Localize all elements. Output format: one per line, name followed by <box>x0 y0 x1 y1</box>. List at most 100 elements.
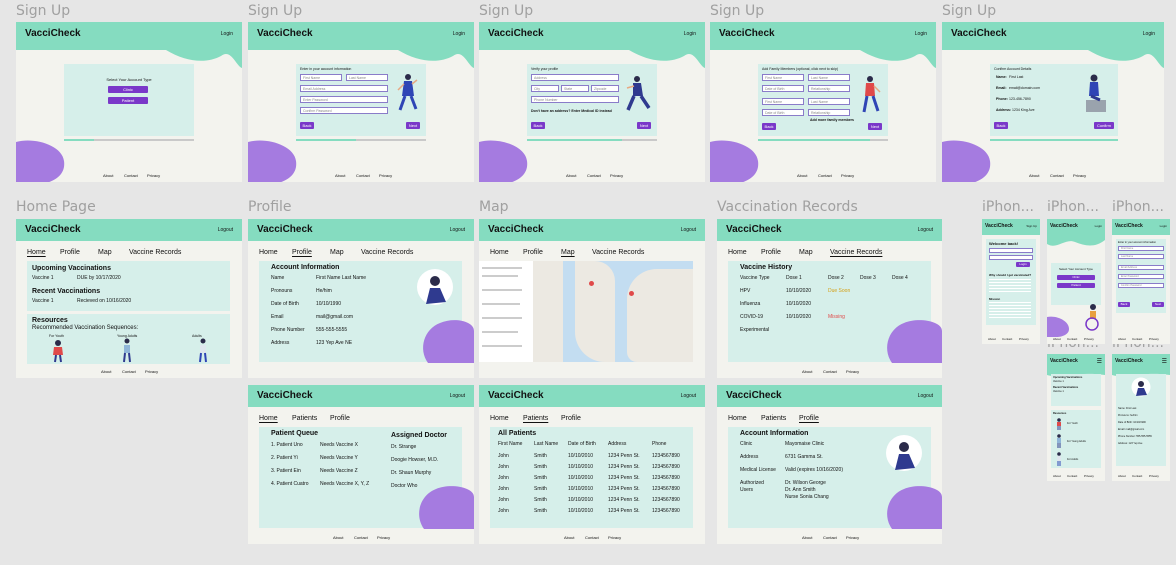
brand-logo[interactable]: VacciCheck <box>488 224 544 235</box>
nav-home[interactable]: Home <box>728 415 747 422</box>
patient-button[interactable]: Patient <box>1057 283 1095 288</box>
brand-logo[interactable]: VacciCheck <box>257 224 313 235</box>
brand-logo[interactable]: VacciCheck <box>719 28 775 39</box>
footer-contact[interactable]: Contact <box>587 173 601 178</box>
nav-profile[interactable]: Profile <box>523 249 543 256</box>
footer-contact[interactable]: Contact <box>1067 474 1077 478</box>
nav-patients[interactable]: Patients <box>292 415 317 422</box>
brand-logo[interactable]: VacciCheck <box>488 28 544 39</box>
logout-link[interactable]: Logout <box>681 227 696 233</box>
footer-about[interactable]: About <box>802 369 812 374</box>
login-link[interactable]: Login <box>915 31 927 37</box>
first-name-input[interactable]: First Name <box>762 74 804 81</box>
nav-profile[interactable]: Profile <box>292 249 312 256</box>
brand-logo[interactable]: VacciCheck <box>985 223 1013 229</box>
footer-privacy[interactable]: Privacy <box>610 173 623 178</box>
nav-map[interactable]: Map <box>98 249 112 256</box>
footer-privacy[interactable]: Privacy <box>846 535 859 540</box>
queue-patient[interactable]: 3. Patient Ein <box>271 468 301 474</box>
footer-contact[interactable]: Contact <box>1002 337 1012 341</box>
last-name-input[interactable]: Last Name <box>1118 254 1164 259</box>
next-button[interactable]: Next <box>868 123 882 130</box>
nav-vaccine-records[interactable]: Vaccine Records <box>830 249 882 256</box>
next-button[interactable]: Next <box>637 122 651 129</box>
nav-home[interactable]: Home <box>728 249 747 256</box>
password-input[interactable]: Enter Password <box>300 96 388 103</box>
brand-logo[interactable]: VacciCheck <box>1050 223 1078 229</box>
state-input[interactable]: State <box>561 85 589 92</box>
footer-contact[interactable]: Contact <box>823 369 837 374</box>
nav-profile[interactable]: Profile <box>330 415 350 422</box>
logout-link[interactable]: Logout <box>218 227 233 233</box>
queue-patient[interactable]: 1. Patient Uno <box>271 442 303 448</box>
avatar[interactable] <box>885 434 923 472</box>
relationship-input[interactable]: Relationship <box>808 85 850 92</box>
footer-about[interactable]: About <box>988 337 996 341</box>
nav-patients[interactable]: Patients <box>761 415 786 422</box>
footer-contact[interactable]: Contact <box>124 173 138 178</box>
brand-logo[interactable]: VacciCheck <box>25 224 81 235</box>
footer-contact[interactable]: Contact <box>122 369 136 374</box>
footer-contact[interactable]: Contact <box>1067 337 1077 341</box>
nav-profile[interactable]: Profile <box>799 415 819 422</box>
footer-about[interactable]: About <box>1029 173 1039 178</box>
nav-home[interactable]: Home <box>259 249 278 256</box>
clinic-button[interactable]: Clinic <box>108 86 148 93</box>
footer-contact[interactable]: Contact <box>356 173 370 178</box>
footer-about[interactable]: About <box>1118 337 1126 341</box>
last-name-input[interactable]: Last Name <box>808 74 850 81</box>
login-link[interactable]: Login <box>221 31 233 37</box>
footer-about[interactable]: About <box>333 535 343 540</box>
footer-about[interactable]: About <box>1118 474 1126 478</box>
footer-privacy[interactable]: Privacy <box>1084 474 1094 478</box>
relationship-input[interactable]: Relationship <box>808 109 850 116</box>
footer-about[interactable]: About <box>564 535 574 540</box>
logout-link[interactable]: Logout <box>918 393 933 399</box>
footer-contact[interactable]: Contact <box>823 535 837 540</box>
nav-vaccine-records[interactable]: Vaccine Records <box>592 249 644 256</box>
footer-about[interactable]: About <box>566 173 576 178</box>
nav-home[interactable]: Home <box>490 249 509 256</box>
young-adults-label[interactable]: For Young Adults <box>1067 440 1086 443</box>
next-button[interactable]: Next <box>1152 302 1164 307</box>
brand-logo[interactable]: VacciCheck <box>726 224 782 235</box>
nav-map[interactable]: Map <box>561 249 575 256</box>
nav-home[interactable]: Home <box>259 415 278 422</box>
last-name-input[interactable]: Last Name <box>346 74 388 81</box>
footer-contact[interactable]: Contact <box>1050 173 1064 178</box>
menu-icon[interactable]: ☰ <box>1097 358 1102 365</box>
zipcode-input[interactable]: Zipcode <box>591 85 619 92</box>
nav-vaccine-records[interactable]: Vaccine Records <box>129 249 181 256</box>
back-button[interactable]: Back <box>300 122 314 129</box>
brand-logo[interactable]: VacciCheck <box>257 28 313 39</box>
brand-logo[interactable]: VacciCheck <box>951 28 1007 39</box>
footer-contact[interactable]: Contact <box>354 535 368 540</box>
medical-id-note[interactable]: Don't have an address? Enter Medical ID … <box>531 109 612 113</box>
footer-about[interactable]: About <box>797 173 807 178</box>
menu-icon[interactable]: ☰ <box>1162 358 1167 365</box>
dob-input[interactable]: Date of Birth <box>762 85 804 92</box>
footer-privacy[interactable]: Privacy <box>1073 173 1086 178</box>
queue-patient[interactable]: 4. Patient Cuatro <box>271 481 309 487</box>
footer-privacy[interactable]: Privacy <box>147 173 160 178</box>
nav-home[interactable]: Home <box>490 415 509 422</box>
back-button[interactable]: Back <box>1118 302 1130 307</box>
city-input[interactable]: City <box>531 85 559 92</box>
footer-privacy[interactable]: Privacy <box>1084 337 1094 341</box>
address-input[interactable]: Address <box>531 74 619 81</box>
clinic-map[interactable] <box>479 261 693 362</box>
back-button[interactable]: Back <box>531 122 545 129</box>
footer-about[interactable]: About <box>335 173 345 178</box>
email-input[interactable] <box>989 248 1033 253</box>
footer-contact[interactable]: Contact <box>585 535 599 540</box>
youth-label[interactable]: For Youth <box>1067 422 1078 425</box>
last-name-input[interactable]: Last Name <box>808 98 850 105</box>
queue-patient[interactable]: 2. Patient Yi <box>271 455 298 461</box>
next-button[interactable]: Next <box>406 122 420 129</box>
footer-contact[interactable]: Contact <box>1132 474 1142 478</box>
footer-privacy[interactable]: Privacy <box>846 369 859 374</box>
nav-map[interactable]: Map <box>330 249 344 256</box>
login-link[interactable]: Login <box>1095 224 1102 228</box>
footer-about[interactable]: About <box>103 173 113 178</box>
signup-link[interactable]: Sign Up <box>1026 224 1037 228</box>
